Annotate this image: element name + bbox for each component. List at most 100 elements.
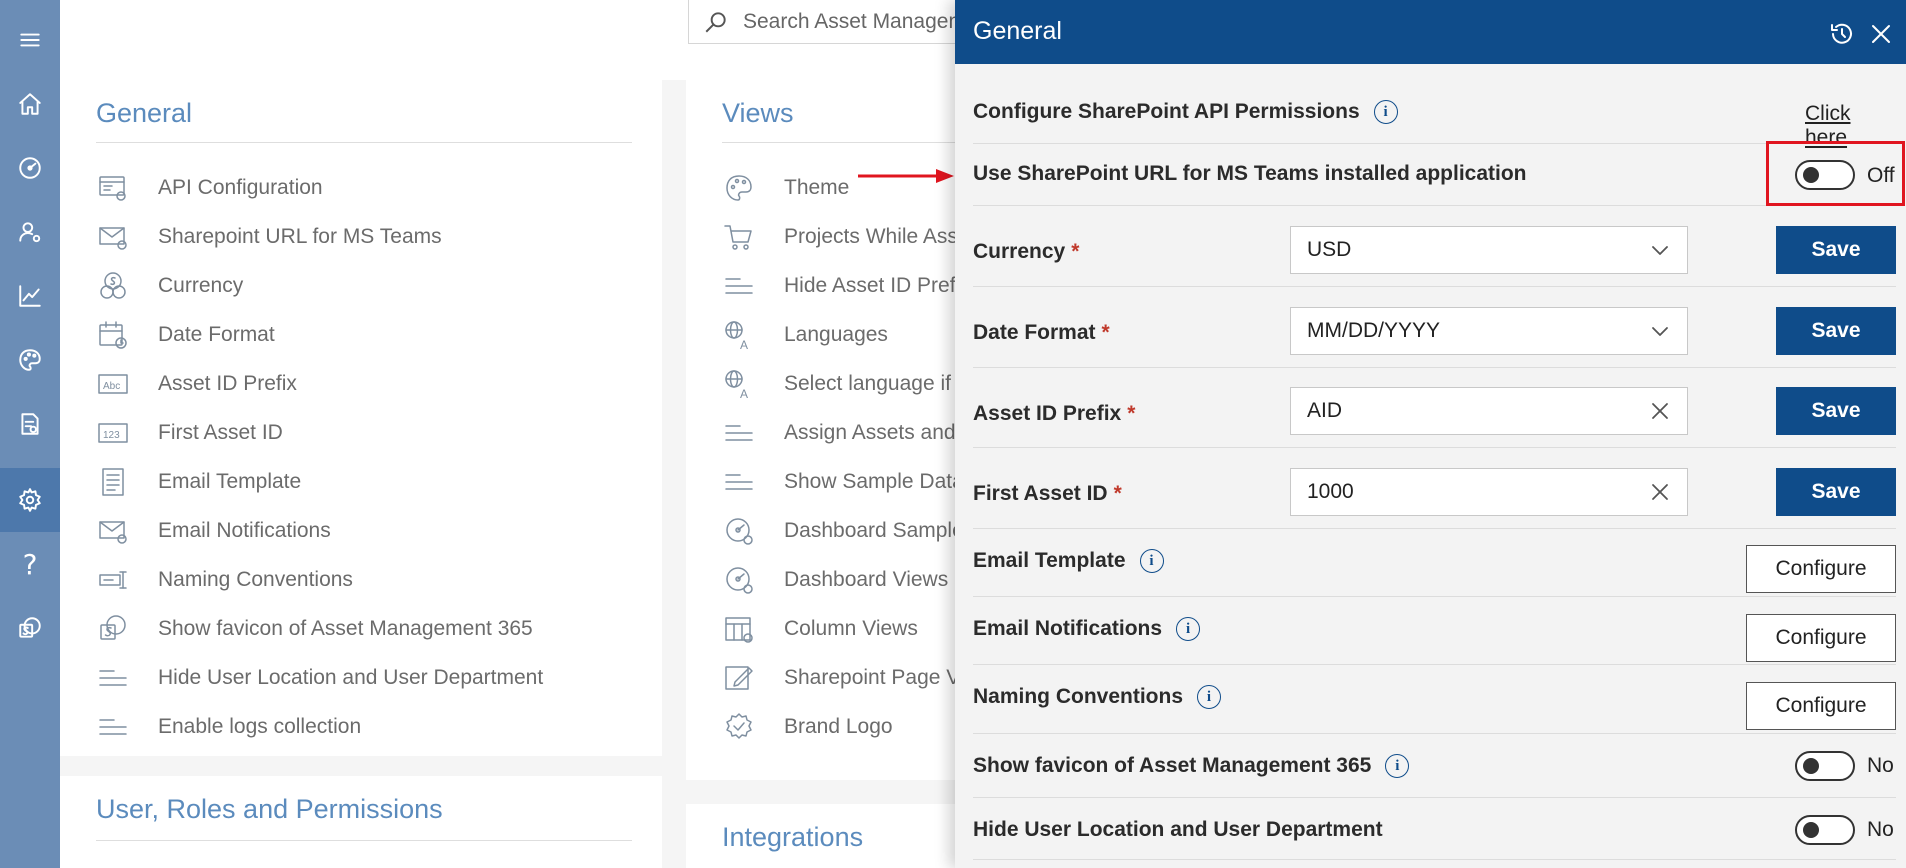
configure-email-notifications-button[interactable]: Configure (1746, 614, 1896, 662)
list-item[interactable]: 123 First Asset ID (96, 413, 283, 453)
configure-naming-conventions-button[interactable]: Configure (1746, 682, 1896, 730)
row-label: Configure SharePoint API Permissions (973, 100, 1360, 123)
mail-gear-icon (96, 514, 130, 548)
lines-icon (722, 269, 756, 303)
configure-email-template-button[interactable]: Configure (1746, 545, 1896, 593)
list-item[interactable]: Date Format (96, 315, 275, 355)
hide-location-toggle[interactable] (1795, 815, 1855, 845)
list-item[interactable]: Hide User Location and User Department (96, 658, 543, 698)
date-format-value: MM/DD/YYYY (1307, 319, 1441, 342)
currency-icon (96, 269, 130, 303)
info-icon[interactable]: i (1176, 617, 1201, 641)
close-icon[interactable] (1867, 20, 1895, 48)
date-format-select[interactable]: MM/DD/YYYY (1290, 307, 1688, 355)
save-date-format-button[interactable]: Save (1776, 307, 1896, 355)
list-item[interactable]: Brand Logo (722, 707, 893, 747)
clear-icon[interactable] (1649, 481, 1671, 503)
calendar-icon (96, 318, 130, 352)
list-item[interactable]: Sharepoint Page Vi (722, 658, 965, 698)
integrations-card: Integrations (686, 804, 986, 868)
hide-location-row: Hide User Location and User Department N… (973, 798, 1896, 860)
history-icon[interactable] (1828, 20, 1856, 48)
save-currency-button[interactable]: Save (1776, 226, 1896, 274)
row-label: Email Template (973, 549, 1126, 572)
number-icon: 123 (96, 416, 130, 450)
required-mark: * (1101, 321, 1110, 344)
card-title: Integrations (722, 822, 864, 852)
row-label: Naming Conventions (973, 685, 1184, 708)
info-icon[interactable]: i (1139, 549, 1164, 573)
svg-text:A: A (740, 387, 748, 400)
list-item[interactable]: Email Notifications (96, 511, 331, 551)
toggle-knob (1803, 822, 1819, 838)
list-item[interactable]: Currency (96, 266, 243, 306)
svg-text:Abc: Abc (103, 381, 120, 392)
language-icon: A (722, 367, 756, 401)
info-icon[interactable]: i (1197, 685, 1222, 709)
list-item[interactable]: Show Sample Data (722, 462, 964, 502)
api-permissions-row: Configure SharePoint API Permissions i C… (973, 82, 1896, 149)
first-asset-id-input[interactable]: 1000 (1290, 468, 1688, 516)
left-nav-rail: ? (0, 0, 60, 868)
save-first-asset-id-button[interactable]: Save (1776, 468, 1896, 516)
list-item[interactable]: Sharepoint URL for MS Teams (96, 217, 442, 257)
chevron-down-icon (1652, 327, 1668, 336)
row-label: Email Notifications (973, 617, 1163, 640)
clear-icon[interactable] (1649, 400, 1671, 422)
sharepoint-icon[interactable] (0, 596, 60, 660)
list-item[interactable]: A Languages (722, 315, 888, 355)
document-icon (96, 465, 130, 499)
svg-text:A: A (740, 338, 748, 351)
abc-icon: Abc (96, 367, 130, 401)
required-mark: * (1113, 482, 1122, 505)
row-label: Show favicon of Asset Management 365 (973, 754, 1372, 777)
show-favicon-toggle[interactable] (1795, 751, 1855, 781)
dashboard-icon (722, 563, 756, 597)
info-icon[interactable]: i (1385, 754, 1410, 778)
gear-icon[interactable] (0, 468, 60, 532)
row-label: First Asset ID (973, 482, 1108, 505)
report-icon[interactable] (0, 392, 60, 456)
menu-icon[interactable] (0, 8, 60, 72)
list-item[interactable]: Assign Assets and F (722, 413, 974, 453)
list-item[interactable]: Dashboard Views (722, 560, 948, 600)
required-mark: * (1127, 402, 1136, 425)
home-icon[interactable] (0, 72, 60, 136)
lines-icon (722, 465, 756, 499)
list-item[interactable]: Theme (722, 168, 849, 208)
toggle-state: No (1867, 754, 1894, 777)
lines-icon (96, 710, 130, 744)
asset-prefix-input[interactable]: AID (1290, 387, 1688, 435)
palette-icon[interactable] (0, 328, 60, 392)
cart-icon (722, 220, 756, 254)
list-item[interactable]: Projects While Assi (722, 217, 963, 257)
info-icon[interactable]: i (1373, 100, 1398, 124)
help-icon[interactable]: ? (0, 532, 60, 596)
row-label: Hide User Location and User Department (973, 818, 1383, 841)
list-item[interactable]: Column Views (722, 609, 918, 649)
list-item[interactable]: Abc Asset ID Prefix (96, 364, 297, 404)
list-item[interactable]: Show favicon of Asset Management 365 (96, 609, 533, 649)
list-item[interactable]: Naming Conventions (96, 560, 353, 600)
save-asset-prefix-button[interactable]: Save (1776, 387, 1896, 435)
search-icon (705, 11, 726, 32)
naming-icon (96, 563, 130, 597)
dashboard-icon[interactable] (0, 136, 60, 200)
toggle-state: No (1867, 818, 1894, 841)
list-item[interactable]: Enable logs collection (96, 707, 361, 747)
api-config-icon (96, 171, 130, 205)
list-item[interactable]: API Configuration (96, 168, 323, 208)
divider (96, 142, 632, 143)
toggle-knob (1803, 758, 1819, 774)
panel-title: General (973, 17, 1062, 45)
user-settings-icon[interactable] (0, 200, 60, 264)
chart-icon[interactable] (0, 264, 60, 328)
list-item[interactable]: Dashboard Sample (722, 511, 964, 551)
list-item[interactable]: Hide Asset ID Prefix (722, 266, 971, 306)
currency-select[interactable]: USD (1290, 226, 1688, 274)
lines-icon (96, 661, 130, 695)
palette-icon (722, 171, 756, 205)
list-item[interactable]: A Select language if b (722, 364, 968, 404)
list-item[interactable]: Email Template (96, 462, 301, 502)
language-icon: A (722, 318, 756, 352)
